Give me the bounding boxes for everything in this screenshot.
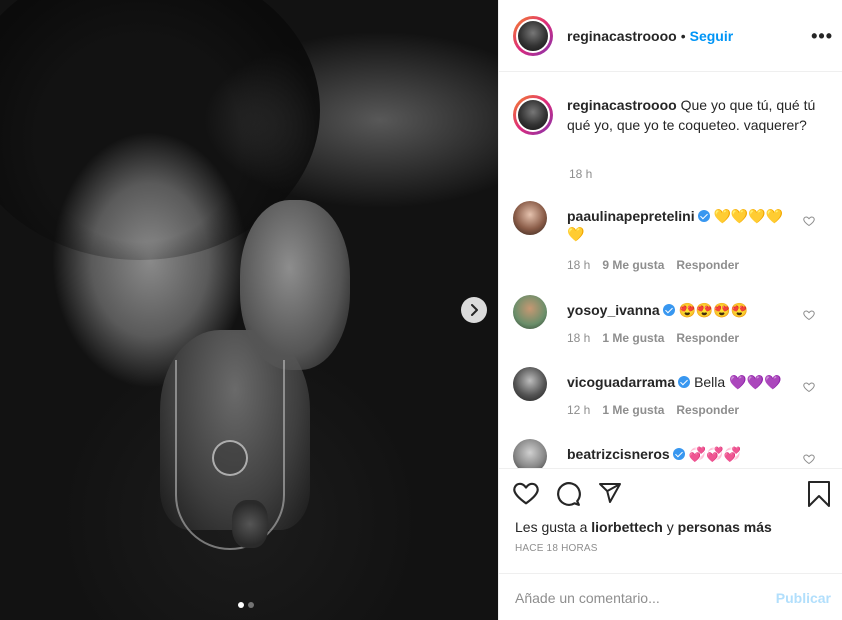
comment-text-block: yosoy_ivanna 😍😍😍😍: [567, 301, 797, 319]
comment-time: 18 h: [567, 258, 591, 272]
publish-button[interactable]: Publicar: [776, 590, 831, 606]
commenter-username[interactable]: beatrizcisneros: [567, 446, 670, 462]
carousel-indicator: [238, 602, 254, 608]
comment-text: Bella: [694, 374, 726, 390]
verified-badge-icon: [697, 210, 710, 222]
caption-avatar[interactable]: [513, 95, 553, 135]
like-comment-heart-icon[interactable]: [803, 453, 815, 465]
commenter-username[interactable]: yosoy_ivanna: [567, 302, 660, 318]
commenter-username[interactable]: vicoguadarrama: [567, 374, 675, 390]
reply-button[interactable]: Responder: [676, 258, 739, 272]
comment-button[interactable]: [555, 481, 581, 510]
likes-summary: Les gusta a liorbettech y personas más: [515, 519, 772, 535]
likes-user-link[interactable]: liorbettech: [591, 519, 663, 535]
likes-prefix: Les gusta a: [515, 519, 588, 535]
comment-likes[interactable]: 1 Me gusta: [602, 403, 664, 417]
caption-time: 18 h: [569, 167, 593, 181]
comment-text: 💞💞💞: [688, 446, 741, 462]
comment-meta: 18 h 1 Me gusta Responder: [567, 331, 739, 345]
comments-list[interactable]: reginacastroooo Que yo que tú, qué tú qu…: [499, 73, 842, 468]
bookmark-icon: [808, 481, 830, 507]
comment-time: 18 h: [567, 331, 591, 345]
comment-text-block: beatrizcisneros 💞💞💞: [567, 445, 797, 463]
comment-text-block: paaulinapepretelini 💛💛💛💛💛: [567, 207, 797, 243]
add-comment-bar: Publicar: [499, 573, 842, 620]
likes-connector: y: [666, 519, 674, 535]
post-actions: Les gusta a liorbettech y personas más H…: [499, 468, 842, 620]
post-caption: reginacastroooo Que yo que tú, qué tú qu…: [513, 95, 833, 135]
like-comment-heart-icon[interactable]: [803, 215, 815, 227]
comment-item: vicoguadarrama Bella 💜💜💜 12 h 1 Me gusta…: [513, 367, 833, 427]
reply-button[interactable]: Responder: [676, 331, 739, 345]
heart-icon: [513, 482, 539, 505]
verified-badge-icon: [672, 448, 685, 460]
next-image-button[interactable]: [461, 297, 487, 323]
author-username[interactable]: reginacastroooo: [567, 28, 677, 44]
post-panel: reginacastroooo • Seguir ••• reginacastr…: [498, 0, 842, 620]
like-comment-heart-icon[interactable]: [803, 381, 815, 393]
comment-time: 12 h: [567, 403, 591, 417]
reply-button[interactable]: Responder: [676, 403, 739, 417]
follow-button[interactable]: Seguir: [690, 28, 734, 44]
comment-likes[interactable]: 1 Me gusta: [602, 331, 664, 345]
like-button[interactable]: [513, 481, 539, 510]
next-arrow-icon: [471, 304, 478, 316]
commenter-avatar[interactable]: [513, 367, 547, 401]
post-photo[interactable]: [0, 0, 498, 620]
comment-likes[interactable]: 9 Me gusta: [602, 258, 664, 272]
comment-input[interactable]: [515, 589, 776, 606]
post-time-ago[interactable]: HACE 18 HORAS: [515, 543, 598, 554]
comment-item: beatrizcisneros 💞💞💞: [513, 439, 833, 468]
action-icons: [513, 481, 623, 510]
likes-others-link[interactable]: personas más: [678, 519, 772, 535]
commenter-avatar[interactable]: [513, 201, 547, 235]
caption-username[interactable]: reginacastroooo: [567, 97, 677, 113]
commenter-username[interactable]: paaulinapepretelini: [567, 208, 695, 224]
comment-text-block: vicoguadarrama Bella 💜💜💜: [567, 373, 797, 391]
comment-icon: [557, 482, 581, 506]
carousel-dot: [248, 602, 254, 608]
comment-item: yosoy_ivanna 😍😍😍😍 18 h 1 Me gusta Respon…: [513, 295, 833, 355]
photo-shape-pendant-lower: [232, 500, 268, 548]
photo-shape-hand: [240, 200, 350, 370]
comment-meta: 18 h 9 Me gusta Responder: [567, 258, 739, 272]
post-header: reginacastroooo • Seguir •••: [499, 0, 842, 72]
comment-emoji: 💜💜💜: [729, 374, 782, 390]
more-options-button[interactable]: •••: [811, 26, 833, 47]
commenter-avatar[interactable]: [513, 439, 547, 468]
caption-text-block: reginacastroooo Que yo que tú, qué tú qu…: [567, 95, 833, 135]
like-comment-heart-icon[interactable]: [803, 309, 815, 321]
commenter-avatar[interactable]: [513, 295, 547, 329]
comment-text: 😍😍😍😍: [678, 302, 749, 318]
share-icon: [599, 483, 621, 503]
verified-badge-icon: [678, 376, 691, 388]
header-separator: •: [680, 27, 686, 44]
carousel-dot-active: [238, 602, 244, 608]
share-button[interactable]: [597, 481, 623, 510]
verified-badge-icon: [662, 304, 675, 316]
photo-shape-pendant: [212, 440, 248, 476]
save-button[interactable]: [807, 481, 831, 510]
author-avatar[interactable]: [513, 15, 553, 56]
comment-item: paaulinapepretelini 💛💛💛💛💛 18 h 9 Me gust…: [513, 201, 833, 272]
comment-meta: 12 h 1 Me gusta Responder: [567, 403, 739, 417]
